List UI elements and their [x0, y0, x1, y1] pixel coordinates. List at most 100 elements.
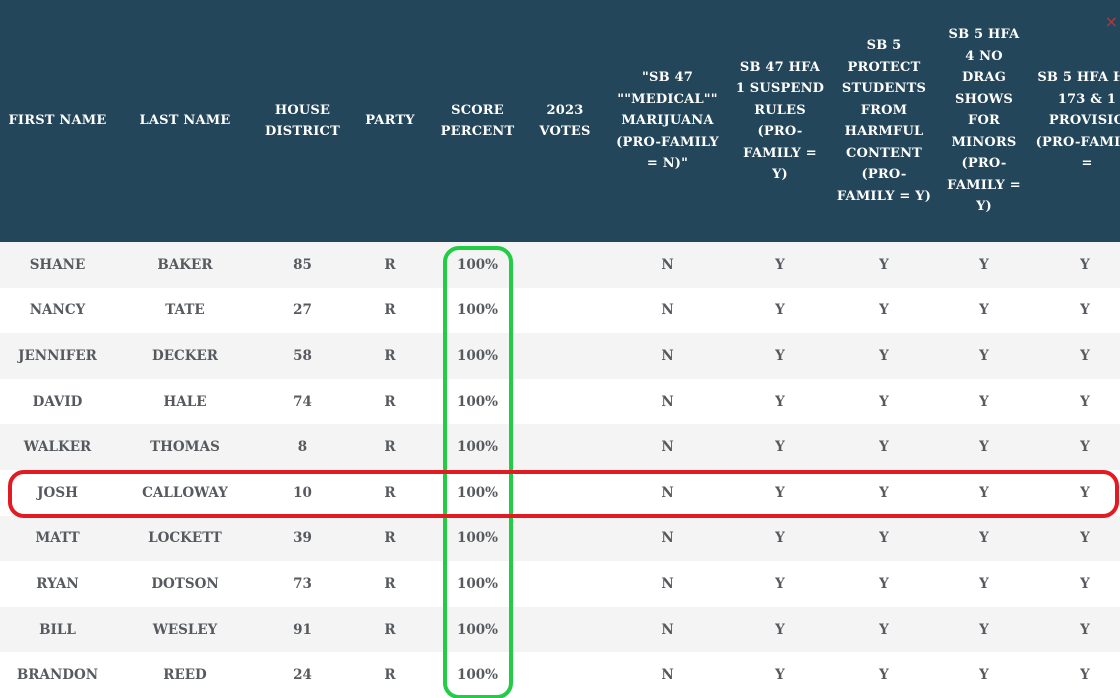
cell-2023-votes [525, 561, 605, 607]
cell-first-name: WALKER [0, 424, 115, 470]
header-first-name[interactable]: FIRST NAME [0, 0, 115, 242]
cell-party: R [350, 287, 430, 334]
cell-house-district: 27 [255, 287, 350, 334]
cell-sb5-hfa4-no-drag-shows: Y [938, 287, 1030, 334]
cell-2023-votes [525, 333, 605, 379]
cell-house-district: 85 [255, 242, 350, 288]
cell-house-district: 24 [255, 652, 350, 698]
cell-score-percent: 100% [430, 378, 525, 425]
cell-2023-votes [525, 652, 605, 698]
cell-sb5-hfa4-no-drag-shows: Y [938, 333, 1030, 379]
cell-sb47-medical-marijuana: N [605, 333, 730, 379]
cell-sb47-medical-marijuana: N [605, 242, 730, 288]
cell-first-name: SHANE [0, 242, 115, 288]
table-row[interactable]: SHANE BAKER 85 R 100% N Y Y Y Y [0, 242, 1120, 288]
cell-sb47-medical-marijuana: N [605, 287, 730, 334]
cell-sb5-protect-students: Y [830, 469, 938, 516]
cell-party: R [350, 424, 430, 470]
header-sb5-hfa4-no-drag-shows[interactable]: SB 5 HFA 4 NO DRAG SHOWS FOR MINORS (PRO… [938, 0, 1030, 242]
cell-first-name: RYAN [0, 561, 115, 607]
header-sb5-protect-students[interactable]: SB 5 PROTECT STUDENTS FROM HARMFUL CONTE… [830, 0, 938, 242]
cell-last-name: HALE [115, 378, 255, 425]
table-row[interactable]: JOSH CALLOWAY 10 R 100% N Y Y Y Y [0, 469, 1120, 516]
table-body: SHANE BAKER 85 R 100% N Y Y Y Y NANCY TATE 27 R 100% N Y… [0, 242, 1120, 698]
cell-sb47-hfa1-suspend-rules: Y [730, 287, 830, 334]
table-row[interactable]: WALKER THOMAS 8 R 100% N Y Y Y Y [0, 424, 1120, 470]
cell-first-name: MATT [0, 515, 115, 562]
table-row[interactable]: MATT LOCKETT 39 R 100% N Y Y Y Y [0, 515, 1120, 562]
cell-first-name: JENNIFER [0, 333, 115, 379]
cell-party: R [350, 515, 430, 562]
cell-sb5-hfa-hb173-provision: Y [1030, 652, 1120, 698]
cell-sb5-hfa-hb173-provision: Y [1030, 287, 1120, 334]
header-house-district[interactable]: HOUSE DISTRICT [255, 0, 350, 242]
cell-party: R [350, 561, 430, 607]
cell-sb5-hfa4-no-drag-shows: Y [938, 424, 1030, 470]
cell-last-name: THOMAS [115, 424, 255, 470]
cell-house-district: 10 [255, 469, 350, 516]
cell-sb5-hfa4-no-drag-shows: Y [938, 469, 1030, 516]
cell-sb5-protect-students: Y [830, 652, 938, 698]
cell-score-percent: 100% [430, 561, 525, 607]
cell-2023-votes [525, 606, 605, 653]
cell-sb47-hfa1-suspend-rules: Y [730, 378, 830, 425]
cell-house-district: 74 [255, 378, 350, 425]
header-party[interactable]: PARTY [350, 0, 430, 242]
cell-2023-votes [525, 378, 605, 425]
cell-last-name: WESLEY [115, 606, 255, 653]
cell-last-name: DECKER [115, 333, 255, 379]
cell-last-name: BAKER [115, 242, 255, 288]
header-last-name[interactable]: LAST NAME [115, 0, 255, 242]
header-sb5-hfa-hb173-provision[interactable]: SB 5 HFA HB 173 & 1 PROVISIO (PRO-FAMILY… [1030, 0, 1120, 242]
cell-last-name: CALLOWAY [115, 469, 255, 516]
cell-first-name: DAVID [0, 378, 115, 425]
cell-last-name: DOTSON [115, 561, 255, 607]
cell-house-district: 58 [255, 333, 350, 379]
cell-sb5-hfa4-no-drag-shows: Y [938, 561, 1030, 607]
cell-sb5-hfa4-no-drag-shows: Y [938, 652, 1030, 698]
table-row[interactable]: NANCY TATE 27 R 100% N Y Y Y Y [0, 287, 1120, 334]
cell-sb47-hfa1-suspend-rules: Y [730, 242, 830, 288]
scorecard-view: FIRST NAME LAST NAME HOUSE DISTRICT PART… [0, 0, 1120, 698]
cell-sb5-hfa-hb173-provision: Y [1030, 606, 1120, 653]
cell-sb5-protect-students: Y [830, 606, 938, 653]
cell-house-district: 39 [255, 515, 350, 562]
cell-score-percent: 100% [430, 333, 525, 379]
cell-party: R [350, 378, 430, 425]
cell-first-name: JOSH [0, 469, 115, 516]
cell-sb47-medical-marijuana: N [605, 652, 730, 698]
cell-party: R [350, 469, 430, 516]
cell-2023-votes [525, 424, 605, 470]
cell-sb5-protect-students: Y [830, 333, 938, 379]
header-sb47-medical-marijuana[interactable]: "SB 47 ""MEDICAL"" MARIJUANA (PRO-FAMILY… [605, 0, 730, 242]
table-header: FIRST NAME LAST NAME HOUSE DISTRICT PART… [0, 0, 1120, 242]
cell-sb5-hfa-hb173-provision: Y [1030, 333, 1120, 379]
cell-score-percent: 100% [430, 652, 525, 698]
cell-score-percent: 100% [430, 469, 525, 516]
cell-party: R [350, 242, 430, 288]
table-row[interactable]: RYAN DOTSON 73 R 100% N Y Y Y Y [0, 561, 1120, 607]
header-score-percent[interactable]: SCORE PERCENT [430, 0, 525, 242]
cell-sb47-hfa1-suspend-rules: Y [730, 652, 830, 698]
legislator-scorecard-table: FIRST NAME LAST NAME HOUSE DISTRICT PART… [0, 0, 1120, 698]
cell-2023-votes [525, 515, 605, 562]
table-row[interactable]: DAVID HALE 74 R 100% N Y Y Y Y [0, 378, 1120, 425]
cell-last-name: TATE [115, 287, 255, 334]
header-sb47-hfa1-suspend-rules[interactable]: SB 47 HFA 1 SUSPEND RULES (PRO-FAMILY = … [730, 0, 830, 242]
cell-sb47-hfa1-suspend-rules: Y [730, 469, 830, 516]
cell-sb5-hfa-hb173-provision: Y [1030, 378, 1120, 425]
cell-sb5-protect-students: Y [830, 561, 938, 607]
cell-sb5-hfa4-no-drag-shows: Y [938, 606, 1030, 653]
cell-party: R [350, 652, 430, 698]
cell-score-percent: 100% [430, 242, 525, 288]
table-row[interactable]: BRANDON REED 24 R 100% N Y Y Y Y [0, 652, 1120, 698]
cell-sb5-hfa-hb173-provision: Y [1030, 515, 1120, 562]
header-2023-votes[interactable]: 2023 VOTES [525, 0, 605, 242]
close-icon[interactable]: × [1105, 14, 1118, 30]
cell-sb47-medical-marijuana: N [605, 606, 730, 653]
table-row[interactable]: BILL WESLEY 91 R 100% N Y Y Y Y [0, 606, 1120, 653]
table-row[interactable]: JENNIFER DECKER 58 R 100% N Y Y Y Y [0, 333, 1120, 379]
cell-sb5-protect-students: Y [830, 515, 938, 562]
cell-sb47-medical-marijuana: N [605, 561, 730, 607]
cell-sb5-hfa4-no-drag-shows: Y [938, 515, 1030, 562]
